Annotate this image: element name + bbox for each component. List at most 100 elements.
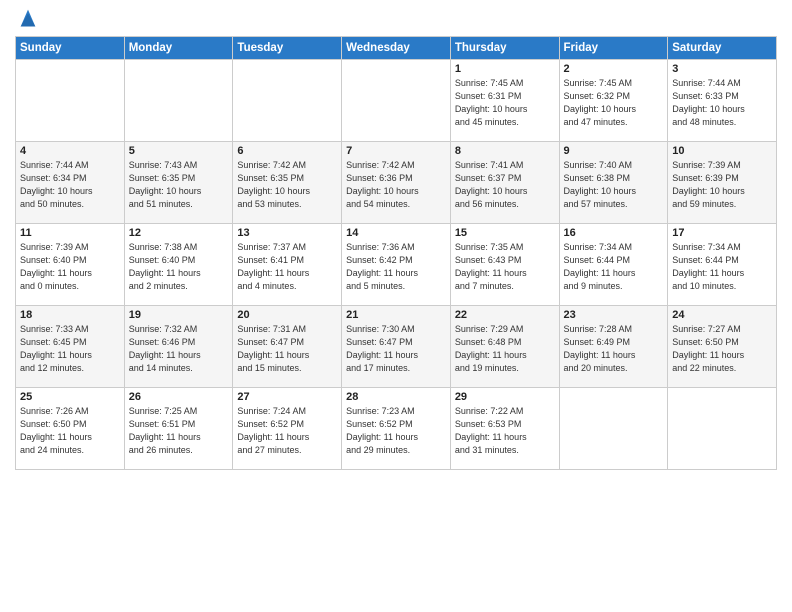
day-cell: 15 Sunrise: 7:35 AM Sunset: 6:43 PM Dayli… [450, 224, 559, 306]
week-row-1: 1 Sunrise: 7:45 AM Sunset: 6:31 PM Daylig… [16, 60, 777, 142]
day-cell: 10Sunrise: 7:39 AM Sunset: 6:39 PM Dayli… [668, 142, 777, 224]
day-info: Sunrise: 7:31 AM Sunset: 6:47 PM Dayligh… [237, 323, 337, 375]
week-row-3: 11 Sunrise: 7:39 AM Sunset: 6:40 PM Dayli… [16, 224, 777, 306]
day-number: 16 [564, 227, 664, 239]
day-number: 3 [672, 63, 772, 75]
weekday-header-friday: Friday [559, 37, 668, 60]
day-number: 18 [20, 309, 120, 321]
day-info: Sunrise: 7:32 AM Sunset: 6:46 PM Dayligh… [129, 323, 229, 375]
week-row-4: 18 Sunrise: 7:33 AM Sunset: 6:45 PM Dayli… [16, 306, 777, 388]
day-number: 13 [237, 227, 337, 239]
day-cell: 19 Sunrise: 7:32 AM Sunset: 6:46 PM Dayli… [124, 306, 233, 388]
day-cell: 4Sunrise: 7:44 AM Sunset: 6:34 PM Daylig… [16, 142, 125, 224]
day-number: 11 [20, 227, 120, 239]
day-info: Sunrise: 7:41 AM Sunset: 6:37 PM Dayligh… [455, 159, 555, 211]
day-cell: 3 Sunrise: 7:44 AM Sunset: 6:33 PM Daylig… [668, 60, 777, 142]
day-cell [342, 60, 451, 142]
day-cell: 14 Sunrise: 7:36 AM Sunset: 6:42 PM Dayli… [342, 224, 451, 306]
day-number: 23 [564, 309, 664, 321]
day-info: Sunrise: 7:25 AM Sunset: 6:51 PM Dayligh… [129, 405, 229, 457]
day-cell: 22Sunrise: 7:29 AM Sunset: 6:48 PM Dayli… [450, 306, 559, 388]
day-number: 9 [564, 145, 664, 157]
day-cell: 23 Sunrise: 7:28 AM Sunset: 6:49 PM Dayli… [559, 306, 668, 388]
day-number: 19 [129, 309, 229, 321]
day-number: 27 [237, 391, 337, 403]
day-cell: 12 Sunrise: 7:38 AM Sunset: 6:40 PM Dayli… [124, 224, 233, 306]
day-number: 25 [20, 391, 120, 403]
day-info: Sunrise: 7:45 AM Sunset: 6:32 PM Dayligh… [564, 77, 664, 129]
day-number: 17 [672, 227, 772, 239]
day-info: Sunrise: 7:36 AM Sunset: 6:42 PM Dayligh… [346, 241, 446, 293]
weekday-header-saturday: Saturday [668, 37, 777, 60]
day-info: Sunrise: 7:39 AM Sunset: 6:40 PM Dayligh… [20, 241, 120, 293]
day-info: Sunrise: 7:23 AM Sunset: 6:52 PM Dayligh… [346, 405, 446, 457]
day-cell: 27 Sunrise: 7:24 AM Sunset: 6:52 PM Dayli… [233, 388, 342, 470]
day-info: Sunrise: 7:33 AM Sunset: 6:45 PM Dayligh… [20, 323, 120, 375]
day-cell: 25 Sunrise: 7:26 AM Sunset: 6:50 PM Dayli… [16, 388, 125, 470]
day-number: 12 [129, 227, 229, 239]
weekday-header-sunday: Sunday [16, 37, 125, 60]
day-number: 1 [455, 63, 555, 75]
day-number: 20 [237, 309, 337, 321]
day-cell: 28Sunrise: 7:23 AM Sunset: 6:52 PM Dayli… [342, 388, 451, 470]
day-info: Sunrise: 7:37 AM Sunset: 6:41 PM Dayligh… [237, 241, 337, 293]
day-number: 24 [672, 309, 772, 321]
day-cell [233, 60, 342, 142]
day-cell: 7Sunrise: 7:42 AM Sunset: 6:36 PM Daylig… [342, 142, 451, 224]
day-info: Sunrise: 7:28 AM Sunset: 6:49 PM Dayligh… [564, 323, 664, 375]
day-cell: 8 Sunrise: 7:41 AM Sunset: 6:37 PM Daylig… [450, 142, 559, 224]
day-cell [559, 388, 668, 470]
day-cell [16, 60, 125, 142]
day-number: 8 [455, 145, 555, 157]
day-cell: 13 Sunrise: 7:37 AM Sunset: 6:41 PM Dayli… [233, 224, 342, 306]
weekday-header-row: SundayMondayTuesdayWednesdayThursdayFrid… [16, 37, 777, 60]
day-info: Sunrise: 7:27 AM Sunset: 6:50 PM Dayligh… [672, 323, 772, 375]
day-cell: 29 Sunrise: 7:22 AM Sunset: 6:53 PM Dayli… [450, 388, 559, 470]
day-info: Sunrise: 7:43 AM Sunset: 6:35 PM Dayligh… [129, 159, 229, 211]
day-info: Sunrise: 7:38 AM Sunset: 6:40 PM Dayligh… [129, 241, 229, 293]
day-cell [124, 60, 233, 142]
day-cell: 6 Sunrise: 7:42 AM Sunset: 6:35 PM Daylig… [233, 142, 342, 224]
day-cell: 20 Sunrise: 7:31 AM Sunset: 6:47 PM Dayli… [233, 306, 342, 388]
day-number: 29 [455, 391, 555, 403]
day-cell: 16Sunrise: 7:34 AM Sunset: 6:44 PM Dayli… [559, 224, 668, 306]
day-number: 21 [346, 309, 446, 321]
day-cell: 5 Sunrise: 7:43 AM Sunset: 6:35 PM Daylig… [124, 142, 233, 224]
day-cell: 17 Sunrise: 7:34 AM Sunset: 6:44 PM Dayli… [668, 224, 777, 306]
weekday-header-thursday: Thursday [450, 37, 559, 60]
day-number: 2 [564, 63, 664, 75]
day-number: 14 [346, 227, 446, 239]
day-cell: 26 Sunrise: 7:25 AM Sunset: 6:51 PM Dayli… [124, 388, 233, 470]
day-cell: 18 Sunrise: 7:33 AM Sunset: 6:45 PM Dayli… [16, 306, 125, 388]
day-info: Sunrise: 7:30 AM Sunset: 6:47 PM Dayligh… [346, 323, 446, 375]
day-info: Sunrise: 7:26 AM Sunset: 6:50 PM Dayligh… [20, 405, 120, 457]
week-row-5: 25 Sunrise: 7:26 AM Sunset: 6:50 PM Dayli… [16, 388, 777, 470]
day-info: Sunrise: 7:24 AM Sunset: 6:52 PM Dayligh… [237, 405, 337, 457]
day-info: Sunrise: 7:40 AM Sunset: 6:38 PM Dayligh… [564, 159, 664, 211]
logo-icon [17, 6, 39, 28]
day-number: 15 [455, 227, 555, 239]
day-cell: 2 Sunrise: 7:45 AM Sunset: 6:32 PM Daylig… [559, 60, 668, 142]
day-info: Sunrise: 7:42 AM Sunset: 6:36 PM Dayligh… [346, 159, 446, 211]
weekday-header-wednesday: Wednesday [342, 37, 451, 60]
calendar-table: SundayMondayTuesdayWednesdayThursdayFrid… [15, 36, 777, 470]
weekday-header-monday: Monday [124, 37, 233, 60]
logo [15, 14, 39, 28]
day-cell: 21 Sunrise: 7:30 AM Sunset: 6:47 PM Dayli… [342, 306, 451, 388]
day-number: 22 [455, 309, 555, 321]
day-number: 5 [129, 145, 229, 157]
day-cell: 1 Sunrise: 7:45 AM Sunset: 6:31 PM Daylig… [450, 60, 559, 142]
day-number: 6 [237, 145, 337, 157]
day-info: Sunrise: 7:42 AM Sunset: 6:35 PM Dayligh… [237, 159, 337, 211]
day-info: Sunrise: 7:35 AM Sunset: 6:43 PM Dayligh… [455, 241, 555, 293]
day-number: 26 [129, 391, 229, 403]
week-row-2: 4Sunrise: 7:44 AM Sunset: 6:34 PM Daylig… [16, 142, 777, 224]
day-info: Sunrise: 7:22 AM Sunset: 6:53 PM Dayligh… [455, 405, 555, 457]
day-cell: 24 Sunrise: 7:27 AM Sunset: 6:50 PM Dayli… [668, 306, 777, 388]
day-info: Sunrise: 7:34 AM Sunset: 6:44 PM Dayligh… [672, 241, 772, 293]
day-cell: 9 Sunrise: 7:40 AM Sunset: 6:38 PM Daylig… [559, 142, 668, 224]
header [15, 10, 777, 28]
calendar-page: SundayMondayTuesdayWednesdayThursdayFrid… [0, 0, 792, 612]
day-info: Sunrise: 7:44 AM Sunset: 6:33 PM Dayligh… [672, 77, 772, 129]
day-info: Sunrise: 7:45 AM Sunset: 6:31 PM Dayligh… [455, 77, 555, 129]
